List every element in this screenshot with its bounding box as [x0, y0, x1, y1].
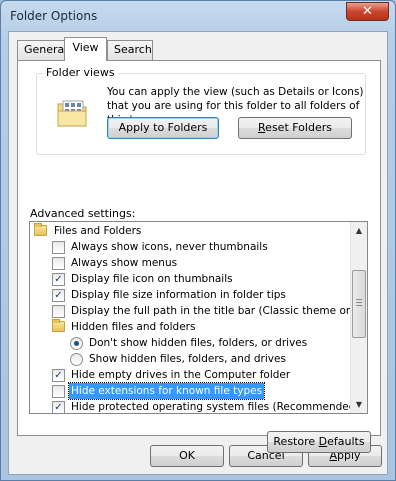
apply-to-folders-button[interactable]: Apply to Folders [107, 117, 219, 139]
dialog-client-area: General View Search Folder views You can… [8, 31, 388, 475]
reset-folders-label: eset Folders [265, 121, 332, 134]
folder-icon [52, 319, 65, 332]
title-bar[interactable]: Folder Options ✕ [1, 1, 395, 31]
scroll-up-arrow-icon[interactable]: ▲ [351, 222, 367, 239]
option-label: Hide empty drives in the Computer folder [71, 369, 291, 381]
close-button[interactable]: ✕ [346, 2, 389, 21]
tab-search[interactable]: Search [107, 40, 153, 60]
checkbox-checked[interactable]: ✓ [52, 369, 65, 382]
folder-views-legend: Folder views [43, 66, 118, 79]
checkbox-checked[interactable]: ✓ [52, 401, 65, 413]
grip-line [356, 299, 362, 300]
tab-search-label: Search [114, 43, 152, 56]
reset-folders-button[interactable]: Reset Folders [238, 117, 352, 139]
vertical-scrollbar[interactable]: ▲ ▼ [350, 222, 367, 413]
option-label: Hide protected operating system files (R… [71, 401, 360, 413]
checkbox-unchecked[interactable] [52, 241, 65, 254]
checkbox-unchecked[interactable] [52, 257, 65, 270]
option-label: Always show menus [71, 257, 178, 269]
option-label: Always show icons, never thumbnails [71, 241, 268, 253]
tab-view[interactable]: View [64, 37, 107, 61]
tree-item-label: Hidden files and folders [71, 321, 196, 333]
scrollbar-thumb[interactable] [352, 270, 366, 338]
tab-view-label: View [72, 41, 99, 54]
option-label-selected: Hide extensions for known file types [67, 382, 266, 400]
option-label: Show hidden files, folders, and drives [89, 353, 286, 365]
restore-defaults-label-start: Restore [273, 435, 319, 448]
folder-view-icon [57, 100, 87, 127]
option-label: Display file size information in folder … [71, 289, 286, 301]
checkbox-unchecked[interactable] [52, 305, 65, 318]
checkbox-unchecked[interactable] [52, 385, 65, 398]
grip-line [356, 302, 362, 303]
radio-unselected[interactable] [70, 353, 83, 366]
grip-line [356, 305, 362, 306]
advanced-settings-tree[interactable]: Files and Folders Always show icons, nev… [29, 221, 368, 414]
checkbox-checked[interactable]: ✓ [52, 289, 65, 302]
option-label: Display file icon on thumbnails [71, 273, 233, 285]
apply-to-folders-label: Apply to Folders [118, 121, 208, 134]
tab-general-label: General [24, 43, 68, 56]
ok-label: OK [179, 449, 195, 462]
close-icon: ✕ [362, 4, 373, 19]
ok-button[interactable]: OK [150, 445, 224, 467]
restore-defaults-label-end: efaults [327, 435, 365, 448]
restore-mnemonic: D [318, 435, 328, 448]
folder-views-group: Folder views You can apply the view (suc… [36, 66, 366, 155]
tree-item-label: Files and Folders [54, 225, 142, 237]
window-title: Folder Options [10, 9, 98, 23]
folder-icon [34, 223, 47, 236]
option-label: Display the full path in the title bar (… [71, 305, 366, 317]
tab-general[interactable]: General [17, 40, 68, 60]
checkbox-checked[interactable]: ✓ [52, 273, 65, 286]
radio-selected[interactable] [70, 337, 83, 350]
scroll-down-arrow-icon[interactable]: ▼ [351, 396, 367, 413]
folder-options-window: Folder Options ✕ General View Search Fol… [0, 0, 396, 481]
restore-defaults-button[interactable]: Restore Defaults [267, 431, 371, 453]
option-label: Don't show hidden files, folders, or dri… [89, 337, 308, 349]
advanced-settings-label: Advanced settings: [30, 207, 136, 220]
view-tab-panel: Folder views You can apply the view (suc… [17, 60, 381, 453]
